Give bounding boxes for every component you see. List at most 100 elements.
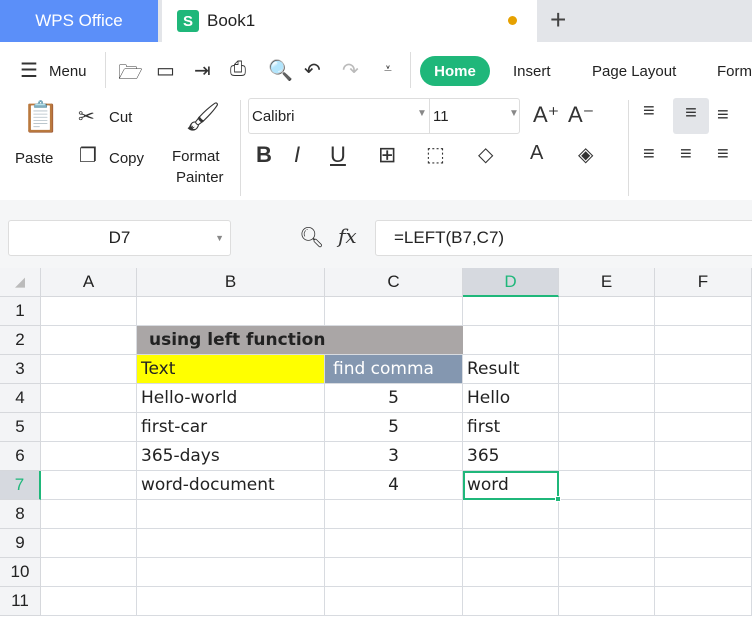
row-header-10[interactable]: 10 (0, 558, 41, 587)
cell-D5[interactable]: first (463, 413, 559, 442)
increase-font-icon[interactable]: A⁺ (533, 102, 559, 128)
cell-B5[interactable]: first-car (137, 413, 325, 442)
row-header-11[interactable]: 11 (0, 587, 41, 616)
row-header-2[interactable]: 2 (0, 326, 41, 355)
cell-F10[interactable] (655, 558, 752, 587)
cell-C7[interactable]: 4 (325, 471, 463, 500)
wps-office-tab[interactable]: WPS Office (0, 0, 158, 42)
cell-A8[interactable] (41, 500, 137, 529)
cell-D9[interactable] (463, 529, 559, 558)
cell-F9[interactable] (655, 529, 752, 558)
fill-handle[interactable] (555, 496, 561, 502)
column-header-D[interactable]: D (463, 268, 559, 297)
italic-icon[interactable]: I (294, 142, 300, 168)
new-tab-button[interactable]: + (550, 4, 566, 36)
row-header-3[interactable]: 3 (0, 355, 41, 384)
row-header-8[interactable]: 8 (0, 500, 41, 529)
tab-insert[interactable]: Insert (513, 63, 551, 80)
copy-button[interactable]: Copy (109, 150, 144, 167)
select-all-button[interactable]: ◢ (0, 268, 41, 297)
cell-E11[interactable] (559, 587, 655, 616)
cell-B7[interactable]: word-document (137, 471, 325, 500)
more-icon[interactable]: ⩡ (384, 60, 392, 77)
underline-icon[interactable]: U (330, 142, 346, 168)
cell-F6[interactable] (655, 442, 752, 471)
cell-B3[interactable]: Text (137, 355, 325, 384)
cell-A11[interactable] (41, 587, 137, 616)
cell-C1[interactable] (325, 297, 463, 326)
undo-icon[interactable]: ↶ (304, 58, 321, 83)
save-icon[interactable]: ▭ (156, 58, 175, 83)
print-preview-icon[interactable]: 🔍 (268, 58, 293, 83)
cell-A4[interactable] (41, 384, 137, 413)
cell-A1[interactable] (41, 297, 137, 326)
align-top-icon[interactable]: ≡ (643, 100, 655, 123)
cell-D3[interactable]: Result (463, 355, 559, 384)
cell-A6[interactable] (41, 442, 137, 471)
formula-input[interactable]: =LEFT(B7,C7) (375, 220, 752, 256)
cell-E4[interactable] (559, 384, 655, 413)
cell-F8[interactable] (655, 500, 752, 529)
tab-home[interactable]: Home (420, 56, 490, 86)
row-header-9[interactable]: 9 (0, 529, 41, 558)
borders-icon[interactable]: ⊞ (378, 142, 396, 168)
copy-icon[interactable]: ❐ (79, 143, 97, 168)
hamburger-icon[interactable]: ☰ (20, 58, 38, 83)
row-header-4[interactable]: 4 (0, 384, 41, 413)
tab-book1[interactable]: S Book1 (162, 0, 537, 42)
cell-B2[interactable]: using left function (137, 326, 463, 355)
row-header-1[interactable]: 1 (0, 297, 41, 326)
cell-E5[interactable] (559, 413, 655, 442)
cell-E6[interactable] (559, 442, 655, 471)
print-icon[interactable]: ⎙ (230, 58, 246, 81)
format-painter-label-2[interactable]: Painter (176, 169, 224, 186)
bold-icon[interactable]: B (256, 142, 272, 168)
cell-A9[interactable] (41, 529, 137, 558)
cell-C6[interactable]: 3 (325, 442, 463, 471)
cell-C10[interactable] (325, 558, 463, 587)
cell-F4[interactable] (655, 384, 752, 413)
cell-F2[interactable] (655, 326, 752, 355)
column-header-E[interactable]: E (559, 268, 655, 297)
paste-icon[interactable]: 📋 (22, 100, 59, 135)
cell-C3[interactable]: find comma (325, 355, 463, 384)
cell-D6[interactable]: 365 (463, 442, 559, 471)
format-painter-icon[interactable]: 🖌 (185, 100, 221, 133)
column-header-A[interactable]: A (41, 268, 137, 297)
cell-format-icon[interactable]: ⬚ (426, 142, 445, 167)
fx-icon[interactable]: fx (338, 224, 357, 248)
name-box[interactable]: D7 ▼ (8, 220, 231, 256)
cell-C9[interactable] (325, 529, 463, 558)
cell-B9[interactable] (137, 529, 325, 558)
cell-F1[interactable] (655, 297, 752, 326)
cell-C11[interactable] (325, 587, 463, 616)
cell-F5[interactable] (655, 413, 752, 442)
cell-A5[interactable] (41, 413, 137, 442)
cell-E3[interactable] (559, 355, 655, 384)
cell-E9[interactable] (559, 529, 655, 558)
eraser-icon[interactable]: ◈ (578, 142, 593, 167)
cell-D7[interactable]: word (463, 471, 559, 500)
cell-D11[interactable] (463, 587, 559, 616)
row-header-5[interactable]: 5 (0, 413, 41, 442)
cell-B4[interactable]: Hello-world (137, 384, 325, 413)
cell-E10[interactable] (559, 558, 655, 587)
cell-B11[interactable] (137, 587, 325, 616)
cell-F7[interactable] (655, 471, 752, 500)
fill-color-icon[interactable]: ◇ (478, 142, 493, 167)
cell-D10[interactable] (463, 558, 559, 587)
cell-A3[interactable] (41, 355, 137, 384)
cell-D4[interactable]: Hello (463, 384, 559, 413)
font-selector[interactable]: Calibri ▼ 11 ▼ (248, 98, 520, 134)
cell-B1[interactable] (137, 297, 325, 326)
cell-A7[interactable] (41, 471, 137, 500)
font-color-icon[interactable]: A (530, 142, 543, 165)
row-header-6[interactable]: 6 (0, 442, 41, 471)
cell-F3[interactable] (655, 355, 752, 384)
export-pdf-icon[interactable]: ⇥ (194, 58, 211, 83)
menu-button[interactable]: Menu (49, 63, 87, 80)
tab-page-layout[interactable]: Page Layout (592, 63, 676, 80)
cell-E8[interactable] (559, 500, 655, 529)
column-header-C[interactable]: C (325, 268, 463, 297)
cell-B8[interactable] (137, 500, 325, 529)
